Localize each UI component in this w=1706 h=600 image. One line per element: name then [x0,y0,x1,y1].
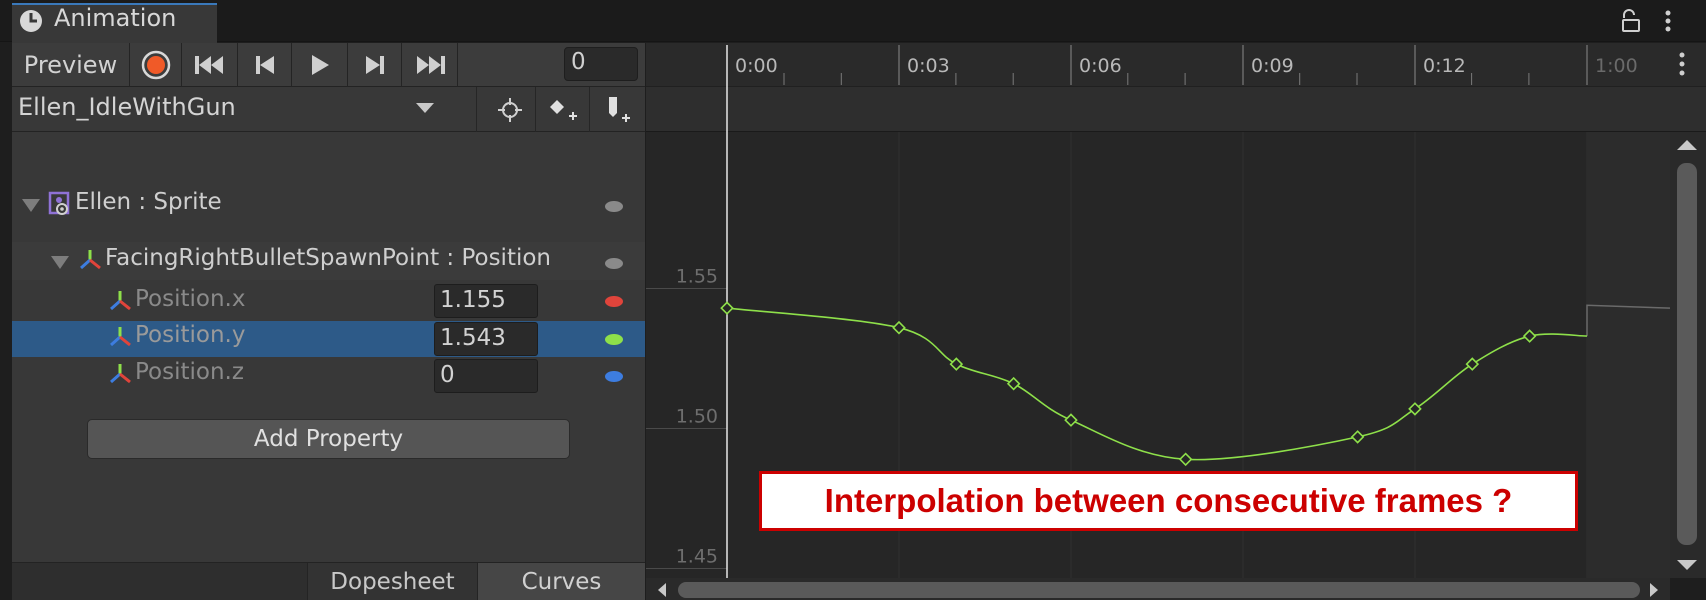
keyframe[interactable] [892,320,906,335]
ruler-label: 0:03 [907,55,950,77]
keyframe[interactable] [1064,413,1078,427]
scroll-right-arrow-icon[interactable] [1650,583,1658,597]
keyframe[interactable] [1522,329,1537,343]
keyframe[interactable] [1350,430,1365,444]
ruler-label: 0:00 [735,55,778,77]
keyframe[interactable] [1465,357,1480,371]
y-axis-label: 1.50 [676,406,718,428]
annotation-callout: Interpolation between consecutive frames… [759,471,1578,531]
keyframe[interactable] [720,301,734,315]
vertical-scroll-thumb[interactable] [1677,163,1697,545]
scroll-down-arrow-icon[interactable] [1677,560,1697,570]
keyframe[interactable] [1408,402,1422,416]
horizontal-scroll-thumb[interactable] [678,582,1640,598]
post-clip-region [1587,132,1670,578]
scroll-left-arrow-icon[interactable] [658,583,666,597]
ruler-label: 0:06 [1079,55,1122,77]
ruler-label: 0:12 [1423,55,1466,77]
y-axis-label: 1.55 [676,266,718,288]
keyframe[interactable] [949,357,964,371]
ruler-label: 0:09 [1251,55,1294,77]
scroll-up-arrow-icon[interactable] [1677,140,1697,150]
ruler-label: 1:00 [1595,55,1638,77]
position-y-curve[interactable] [726,307,1587,461]
keyframe[interactable] [1006,376,1021,391]
keyframe[interactable] [1178,452,1193,467]
y-axis-label: 1.45 [676,546,718,568]
